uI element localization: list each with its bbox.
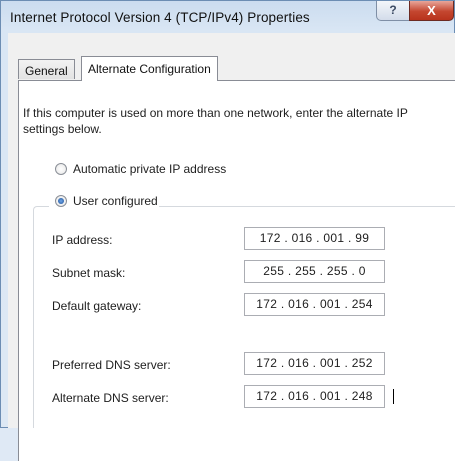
window-title: Internet Protocol Version 4 (TCP/IPv4) P…: [10, 10, 310, 25]
subnet-mask-label: Subnet mask:: [52, 266, 126, 280]
subnet-mask-field[interactable]: 255 . 255 . 255 . 0: [244, 260, 385, 283]
close-button[interactable]: X: [409, 1, 454, 21]
tab-alternate-configuration[interactable]: Alternate Configuration: [81, 56, 218, 81]
ip-address-label: IP address:: [52, 233, 113, 247]
default-gateway-field[interactable]: 172 . 016 . 001 . 254: [244, 293, 385, 316]
intro-text: If this computer is used on more than on…: [23, 106, 408, 136]
help-button[interactable]: ?: [376, 1, 410, 21]
user-configured-label[interactable]: User configured: [73, 194, 158, 208]
text-caret: [393, 389, 394, 404]
preferred-dns-label: Preferred DNS server:: [52, 358, 171, 372]
ip-address-field[interactable]: 172 . 016 . 001 . 99: [244, 227, 385, 250]
user-configured-radio[interactable]: [55, 195, 67, 207]
default-gateway-label: Default gateway:: [52, 299, 142, 313]
alternate-dns-field[interactable]: 172 . 016 . 001 . 248: [244, 385, 385, 408]
alternate-dns-label: Alternate DNS server:: [52, 391, 169, 405]
automatic-ip-label[interactable]: Automatic private IP address: [73, 162, 226, 176]
preferred-dns-field[interactable]: 172 . 016 . 001 . 252: [244, 352, 385, 375]
automatic-ip-radio[interactable]: [55, 163, 67, 175]
tab-general[interactable]: General: [18, 59, 75, 79]
